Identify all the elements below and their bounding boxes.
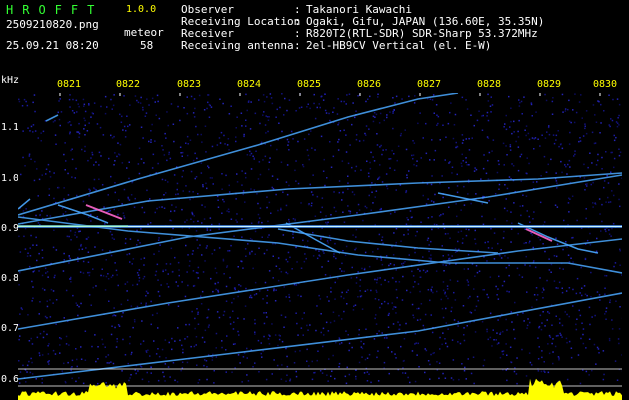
app-logo: HROFFT (6, 3, 104, 17)
y-tick-label: 0.9 (1, 223, 20, 234)
capture-timestamp: 25.09.21 08:20 (6, 39, 99, 52)
app-version: 1.0.0 (126, 4, 157, 15)
x-tick-label: 0829 (537, 79, 562, 90)
x-tick-label: 0827 (417, 79, 442, 90)
carrier-band (18, 225, 622, 228)
spectrogram-background (18, 93, 622, 400)
station-row-antenna: Receiving antenna: 2el-HB9CV Vertical (el… (181, 40, 544, 52)
spectrogram-plot (18, 93, 622, 400)
station-key: Receiving antenna (181, 39, 294, 52)
y-tick-label: 0.7 (1, 323, 20, 334)
station-colon: : (294, 39, 301, 52)
meteor-count: 58 (140, 39, 154, 52)
y-axis-unit: kHz (1, 75, 20, 86)
y-tick-label: 0.8 (1, 273, 20, 284)
x-tick-label: 0828 (477, 79, 502, 90)
x-tick-label: 0824 (237, 79, 262, 90)
y-tick-label: 0.6 (1, 374, 20, 385)
y-tick-label: 1.1 (1, 122, 20, 133)
meteor-label: meteor (124, 26, 164, 39)
file-name: 2509210820.png (6, 18, 99, 31)
x-tick-label: 0826 (357, 79, 382, 90)
x-tick-label: 0822 (116, 79, 141, 90)
station-info: Observer: Takanori Kawachi Receiving Loca… (181, 4, 544, 52)
y-tick-label: 1.0 (1, 173, 20, 184)
x-tick-label: 0825 (297, 79, 322, 90)
x-tick-label: 0821 (57, 79, 82, 90)
hrofft-window: HROFFT 1.0.0 2509210820.png 25.09.21 08:… (0, 0, 629, 400)
x-tick-label: 0823 (177, 79, 202, 90)
station-value: 2el-HB9CV Vertical (el. E-W) (306, 39, 492, 52)
x-tick-label: 0830 (593, 79, 618, 90)
